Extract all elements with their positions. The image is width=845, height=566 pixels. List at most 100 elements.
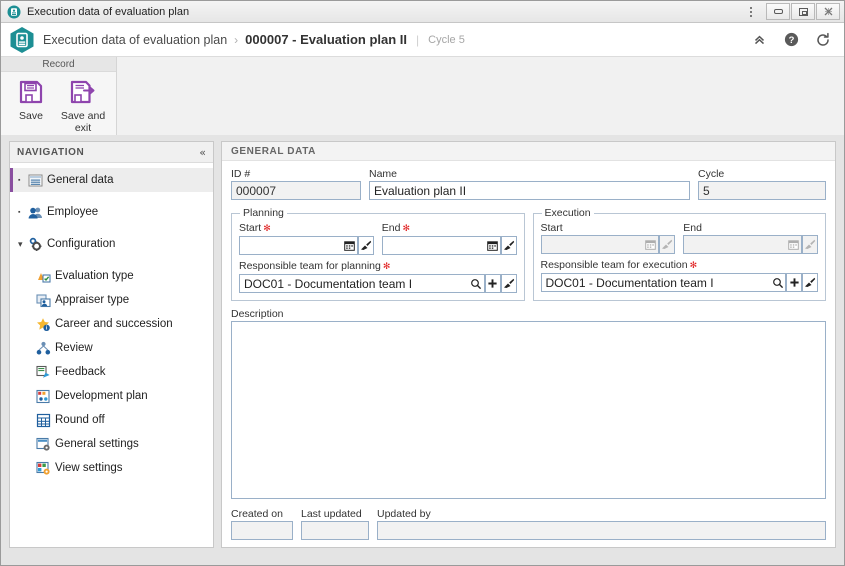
ribbon-group-record: Record Save Save and exit (1, 57, 117, 137)
id-input[interactable] (231, 181, 361, 200)
eraser-clear-icon[interactable] (357, 236, 374, 255)
title-bar: Execution data of evaluation plan (1, 1, 844, 23)
sidebar-item-evaluation-type[interactable]: Evaluation type (10, 264, 213, 288)
collapse-up-icon[interactable] (748, 29, 770, 51)
required-marker-icon: ✻ (689, 261, 698, 271)
planning-group: Planning Start ✻ End ✻ Responsible team … (231, 207, 525, 301)
name-input[interactable] (369, 181, 690, 200)
id-label: ID # (231, 168, 251, 180)
window-title: Execution data of evaluation plan (27, 5, 190, 18)
planning-team-control (239, 274, 517, 293)
expand-arrow-icon[interactable]: ▾ (18, 239, 28, 250)
name-label: Name (369, 168, 398, 180)
navigation-panel: NAVIGATION « ▪ General data ▪ Employee ▾… (9, 141, 214, 548)
ribbon-empty-area (117, 57, 844, 137)
help-icon[interactable]: ? (780, 29, 802, 51)
id-field-group: ID # (231, 168, 361, 200)
eraser-clear-icon[interactable] (500, 236, 517, 255)
sidebar-item-general-settings[interactable]: General settings (10, 432, 213, 456)
career-star-icon: i (36, 317, 51, 332)
navigation-header: NAVIGATION « (10, 142, 213, 163)
main-body: NAVIGATION « ▪ General data ▪ Employee ▾… (1, 135, 844, 556)
updated-by-label: Updated by (377, 508, 431, 520)
planning-team-input[interactable] (239, 274, 469, 293)
sidebar-item-label: Career and succession (55, 318, 173, 330)
save-and-exit-floppy-icon (70, 79, 96, 108)
sidebar-item-development-plan[interactable]: Development plan (10, 384, 213, 408)
collapse-panel-icon[interactable]: « (199, 146, 206, 159)
kebab-menu-icon[interactable] (742, 2, 760, 22)
last-updated-input[interactable] (301, 521, 369, 540)
sidebar-item-configuration[interactable]: ▾ Configuration (10, 232, 213, 256)
maximize-button[interactable] (791, 3, 815, 20)
planning-end-control (381, 236, 517, 255)
sidebar-item-round-off[interactable]: Round off (10, 408, 213, 432)
refresh-icon[interactable] (812, 29, 834, 51)
eraser-clear-icon[interactable] (500, 274, 517, 293)
sidebar-item-label: Round off (55, 414, 105, 426)
save-button[interactable]: Save (5, 77, 57, 125)
breadcrumb-separator-icon: › (234, 32, 239, 47)
module-hex-icon (9, 26, 35, 54)
planning-end-group: End ✻ (381, 222, 517, 255)
review-network-icon (36, 341, 51, 356)
sidebar-item-label: General settings (55, 438, 139, 450)
minimize-button[interactable] (766, 3, 790, 20)
updated-by-input[interactable] (377, 521, 826, 540)
window-list-icon (28, 173, 43, 188)
close-button[interactable] (816, 3, 840, 20)
sidebar-item-review[interactable]: Review (10, 336, 213, 360)
required-marker-icon: ✻ (382, 262, 391, 272)
calendar-icon[interactable] (341, 236, 358, 255)
bullet-icon: ▪ (18, 176, 21, 184)
save-and-exit-button[interactable]: Save and exit (57, 77, 109, 136)
breadcrumb-divider: | (416, 32, 420, 47)
eraser-clear-icon (659, 235, 676, 254)
sidebar-item-label: Employee (47, 206, 99, 218)
planning-start-input[interactable] (239, 236, 342, 255)
plus-add-icon[interactable] (484, 274, 501, 293)
magnifier-lookup-icon[interactable] (468, 274, 485, 293)
execution-team-group: Responsible team for execution ✻ (540, 259, 818, 292)
sidebar-item-general-data[interactable]: ▪ General data (10, 168, 213, 192)
last-updated-label: Last updated (301, 508, 362, 520)
execution-team-input[interactable] (540, 273, 770, 292)
ribbon-group-title: Record (1, 57, 116, 72)
plus-add-icon[interactable] (786, 273, 802, 292)
planning-start-label: Start ✻ (239, 222, 271, 234)
execution-end-input[interactable] (683, 235, 786, 254)
window-controls (766, 3, 842, 20)
appraiser-type-icon (36, 293, 51, 308)
magnifier-lookup-icon[interactable] (770, 273, 786, 292)
last-updated-group: Last updated (301, 508, 369, 540)
general-data-form: ID # Name Cycle Planning (222, 161, 835, 547)
app-icon (7, 5, 21, 19)
execution-start-label: Start (540, 222, 563, 234)
created-on-label: Created on (231, 508, 283, 520)
sidebar-item-career-and-succession[interactable]: i Career and succession (10, 312, 213, 336)
sidebar-item-feedback[interactable]: Feedback (10, 360, 213, 384)
planning-team-group: Responsible team for planning ✻ (239, 260, 517, 293)
description-textarea[interactable] (231, 321, 826, 499)
sidebar-item-employee[interactable]: ▪ Employee (10, 200, 213, 224)
created-on-input[interactable] (231, 521, 293, 540)
name-field-group: Name (369, 168, 690, 200)
execution-legend: Execution (544, 207, 591, 219)
sidebar-item-appraiser-type[interactable]: Appraiser type (10, 288, 213, 312)
breadcrumb-root[interactable]: Execution data of evaluation plan (43, 33, 227, 47)
execution-team-control (540, 273, 818, 292)
execution-team-label: Responsible team for execution ✻ (540, 259, 698, 271)
employee-users-icon (28, 205, 43, 220)
calendar-icon (643, 235, 660, 254)
ribbon-inner: Record Save Save and exit (1, 57, 844, 137)
calendar-icon[interactable] (484, 236, 501, 255)
cycle-input[interactable] (698, 181, 826, 200)
planning-end-input[interactable] (381, 236, 485, 255)
sidebar-item-view-settings[interactable]: View settings (10, 456, 213, 480)
execution-start-input[interactable] (540, 235, 644, 254)
ribbon-toolbar: Record Save Save and exit (1, 57, 844, 138)
execution-end-control (683, 235, 818, 254)
cycle-field-group: Cycle (698, 168, 826, 200)
save-button-label: Save (19, 110, 43, 122)
eraser-clear-icon[interactable] (802, 273, 818, 292)
